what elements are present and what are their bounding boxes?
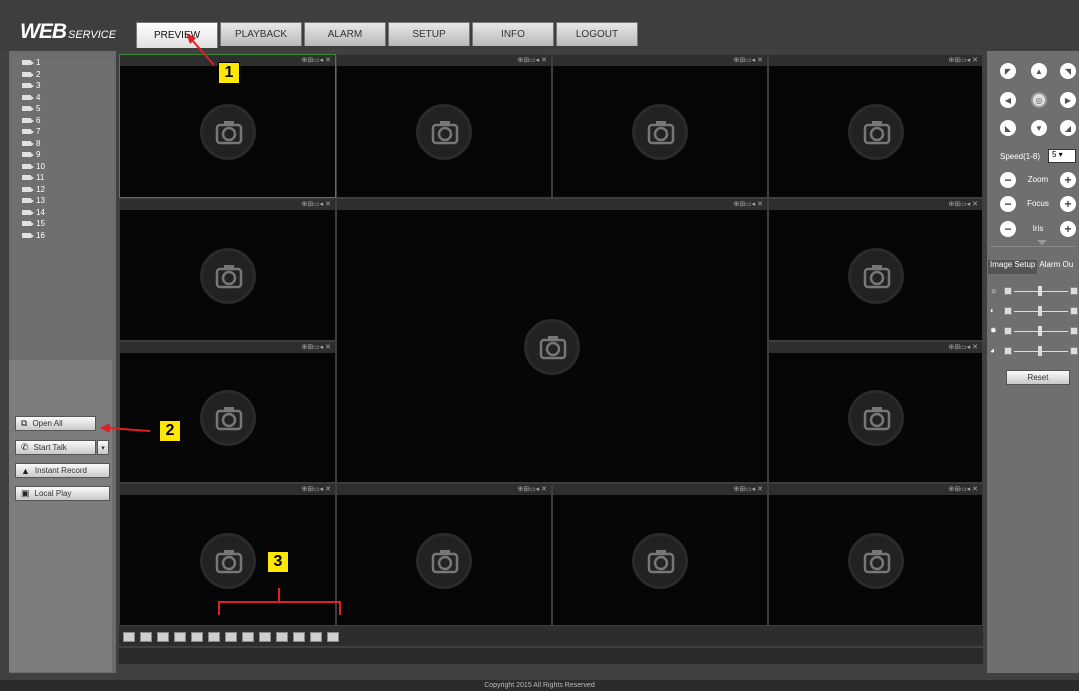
- callout-3: 3: [267, 551, 289, 573]
- callout-2: 2: [159, 420, 181, 442]
- bracket: [218, 601, 341, 615]
- app-root: WEB SERVICE PREVIEW PLAYBACK ALARM SETUP …: [0, 0, 1079, 691]
- bracket-stem: [278, 588, 280, 601]
- callout-1: 1: [218, 62, 240, 84]
- annotation-arrows: [100, 33, 215, 433]
